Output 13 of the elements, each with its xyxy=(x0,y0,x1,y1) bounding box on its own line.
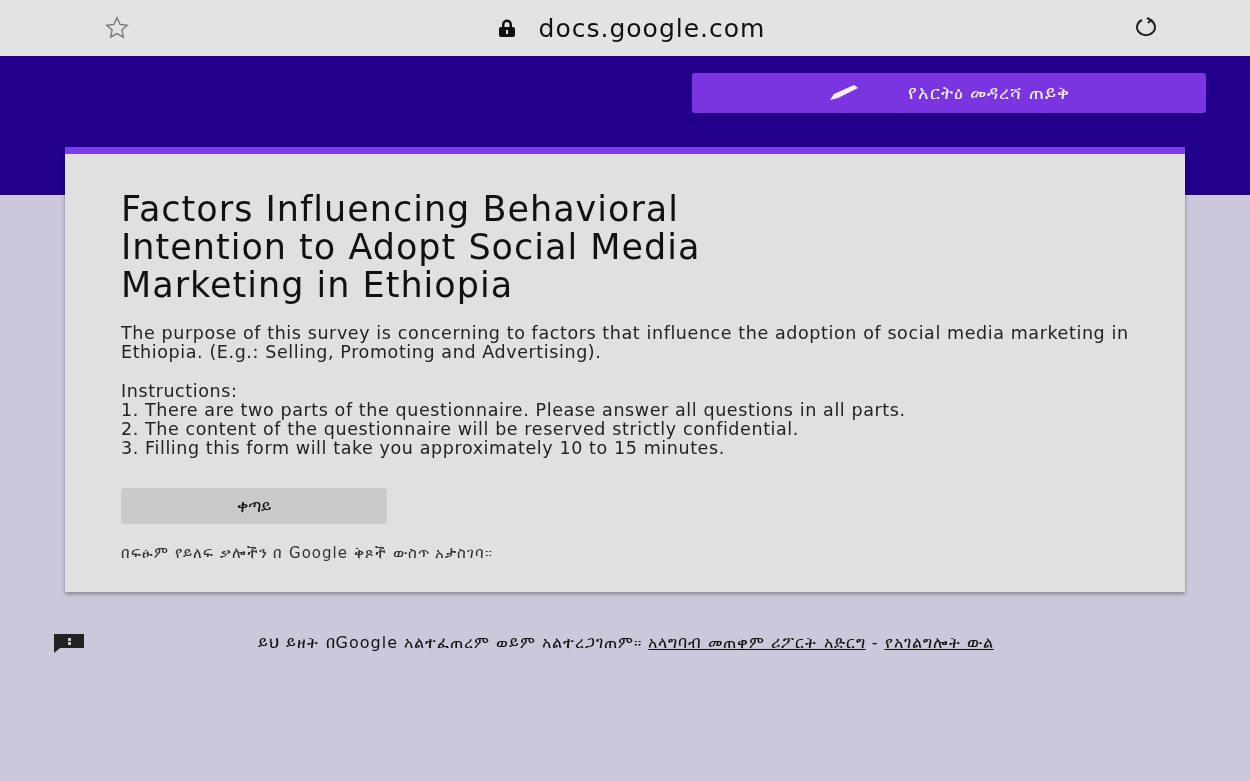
password-warning: በፍፁም የይለፍ ቃሎችን በ Google ቅጾች ውስጥ አታስገባ። xyxy=(121,544,495,562)
star-icon[interactable] xyxy=(104,15,130,41)
url-text[interactable]: docs.google.com xyxy=(538,13,766,43)
report-abuse-link[interactable]: አላግባብ መጠቀም ሪፖርት አድርግ xyxy=(648,633,866,652)
terms-link[interactable]: የአገልግሎት ውል xyxy=(884,633,994,652)
feedback-icon[interactable] xyxy=(52,632,86,654)
form-description: Instructions: 1. There are two parts of the questionnaire. Please answer all questions in all parts. 2. The content of the questionnaire will be reserved strictly confidential. 3. Filling this form will take you approximately 10 to 15 minutes. xyxy=(121,382,907,458)
request-edit-access-button[interactable]: የአርትዕ መዳረሻ ጠይቅ xyxy=(692,73,1206,113)
footer-disclaimer: ይህ ይዘት በGoogle አልተፈጠረም ወይም አልተረጋገጠም። አላግባብ መጠቀም ሪፖርት አድርግ - የአገልግሎት ውል xyxy=(257,633,995,653)
form-title: Factors Influencing Behavioral Intention to Adopt Social Media Marketing in Ethiopia xyxy=(121,190,702,304)
lock-icon xyxy=(496,19,517,37)
form-description: The purpose of this survey is concerning to factors that influence the adoption of social media marketing in Ethiopia. (E.g.: Selling, Promoting and Advertising). xyxy=(121,324,1129,362)
next-button[interactable]: ቀጣይ xyxy=(121,488,387,524)
